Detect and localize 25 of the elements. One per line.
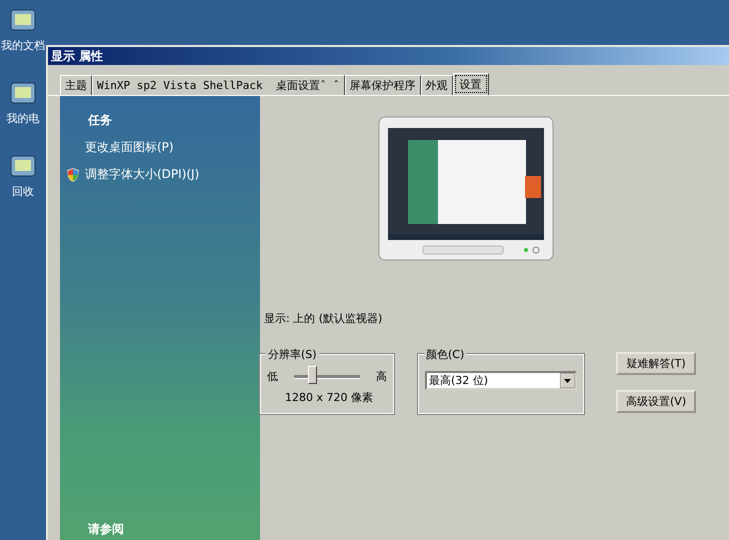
resolution-reading: 1280 x 720 像素 [285,390,374,405]
group-title: 分辨率(S) [266,347,319,362]
dialog-button[interactable]: 高级设置(V) [616,390,696,413]
desktop-icon-label: 我的文档 [1,38,45,53]
sidebar-heading: 任务 [88,112,113,129]
window-title: 显示 属性 [51,48,104,64]
sidebar-link[interactable]: 更改桌面图标(P) [85,139,174,156]
color-dropdown[interactable]: 最高(32 位) [425,371,577,390]
slider-low-label: 低 [267,369,278,384]
dropdown-arrow-icon [560,373,575,388]
slider-thumb[interactable] [308,366,317,384]
slider-high-label: 高 [376,369,387,384]
tab[interactable]: 屏幕保护程序 [344,75,421,95]
tab[interactable]: 设置 [452,73,489,95]
shield-icon [66,166,80,182]
sidebar-link[interactable]: 调整字体大小(DPI)(J) [85,166,200,183]
tab[interactable]: 外观 [420,75,453,95]
group-title: 颜色(C) [424,347,466,362]
tab[interactable]: WinXP sp2 Vista ShellPack 桌面设置ˆ ˆ [92,75,345,95]
dialog-button[interactable]: 疑难解答(T) [616,352,696,375]
sidebar-heading: 请参阅 [88,521,125,538]
tab[interactable]: 主题 [60,75,92,95]
desktop-icon-label: 我的电 [6,111,40,126]
desktop-icon-label: 回收 [12,184,34,199]
display-label: 显示: 上的 (默认监视器) [264,311,384,326]
